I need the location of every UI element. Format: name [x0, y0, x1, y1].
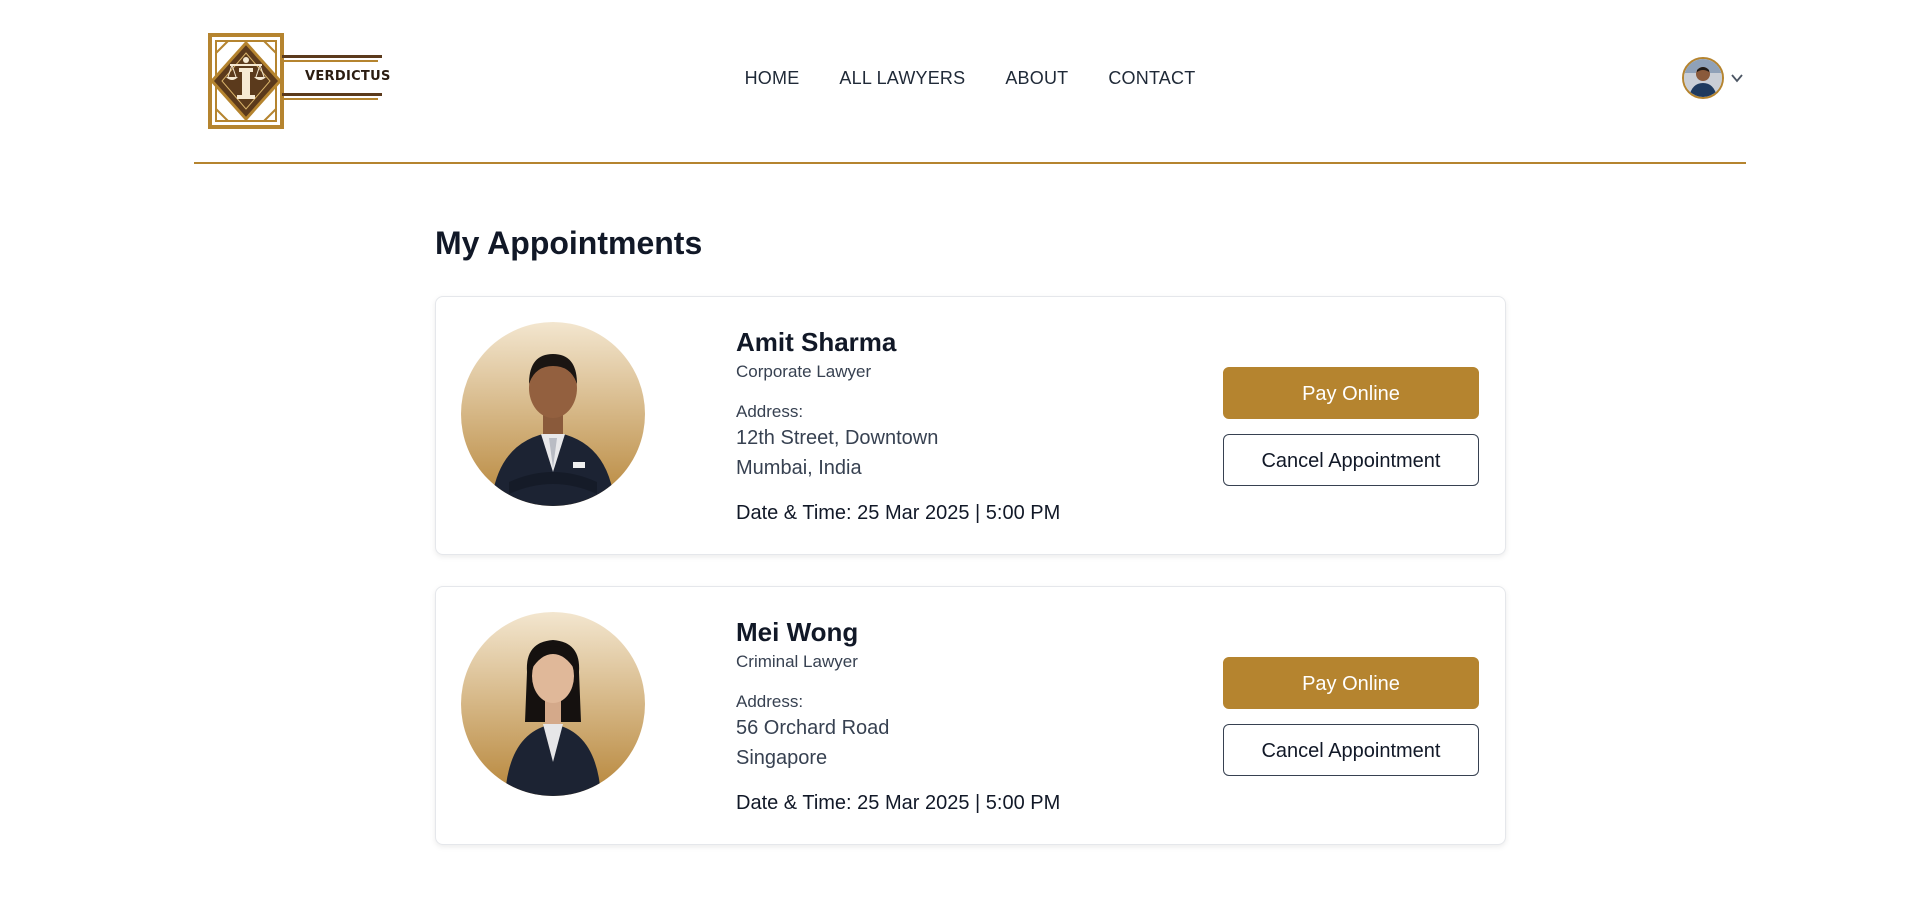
lawyer-photo — [461, 322, 645, 506]
appointment-card: Mei Wong Criminal Lawyer Address: 56 Orc… — [435, 586, 1506, 845]
lawyer-specialty: Criminal Lawyer — [736, 652, 858, 671]
address-line-2: Mumbai, India — [736, 457, 862, 479]
appointment-info: Mei Wong Criminal Lawyer Address: 56 Orc… — [736, 615, 1060, 817]
user-avatar-icon — [1684, 59, 1722, 97]
chevron-down-icon[interactable] — [1728, 69, 1746, 87]
datetime-label: Date & Time: — [736, 792, 852, 814]
nav-home[interactable]: HOME — [725, 68, 820, 89]
lawyer-name: Mei Wong — [736, 617, 859, 647]
appointment-actions: Pay Online Cancel Appointment — [1223, 367, 1479, 486]
datetime-value: 25 Mar 2025 | 5:00 PM — [857, 502, 1061, 524]
appointment-datetime: Date & Time: 25 Mar 2025 | 5:00 PM — [736, 499, 1060, 527]
lawyer-name: Amit Sharma — [736, 327, 897, 357]
main-nav: HOME ALL LAWYERS ABOUT CONTACT — [194, 68, 1746, 89]
lawyer-portrait-icon — [461, 612, 645, 796]
appointment-datetime: Date & Time: 25 Mar 2025 | 5:00 PM — [736, 789, 1060, 817]
address-line-1: 12th Street, Downtown — [736, 427, 939, 449]
cancel-appointment-button[interactable]: Cancel Appointment — [1223, 724, 1479, 776]
address-label: Address: — [736, 692, 804, 711]
header: VERDICTUS HOME ALL LAWYERS ABOUT CONTACT — [194, 0, 1746, 164]
appointment-actions: Pay Online Cancel Appointment — [1223, 657, 1479, 776]
appointment-info: Amit Sharma Corporate Lawyer Address: 12… — [736, 325, 1060, 527]
nav-all-lawyers[interactable]: ALL LAWYERS — [819, 68, 985, 89]
appointment-card: Amit Sharma Corporate Lawyer Address: 12… — [435, 296, 1506, 555]
address-line-1: 56 Orchard Road — [736, 717, 890, 739]
page-title: My Appointments — [435, 225, 703, 261]
datetime-value: 25 Mar 2025 | 5:00 PM — [857, 792, 1061, 814]
nav-about[interactable]: ABOUT — [985, 68, 1088, 89]
cancel-appointment-button[interactable]: Cancel Appointment — [1223, 434, 1479, 486]
page: VERDICTUS HOME ALL LAWYERS ABOUT CONTACT — [0, 0, 1920, 919]
pay-online-button[interactable]: Pay Online — [1223, 657, 1479, 709]
user-avatar[interactable] — [1682, 57, 1724, 99]
nav-contact[interactable]: CONTACT — [1088, 68, 1215, 89]
datetime-label: Date & Time: — [736, 502, 852, 524]
address-line-2: Singapore — [736, 747, 828, 769]
profile-menu[interactable] — [1682, 57, 1746, 99]
lawyer-specialty: Corporate Lawyer — [736, 362, 872, 381]
lawyer-photo — [461, 612, 645, 796]
address-label: Address: — [736, 402, 804, 421]
pay-online-button[interactable]: Pay Online — [1223, 367, 1479, 419]
lawyer-portrait-icon — [461, 322, 645, 506]
